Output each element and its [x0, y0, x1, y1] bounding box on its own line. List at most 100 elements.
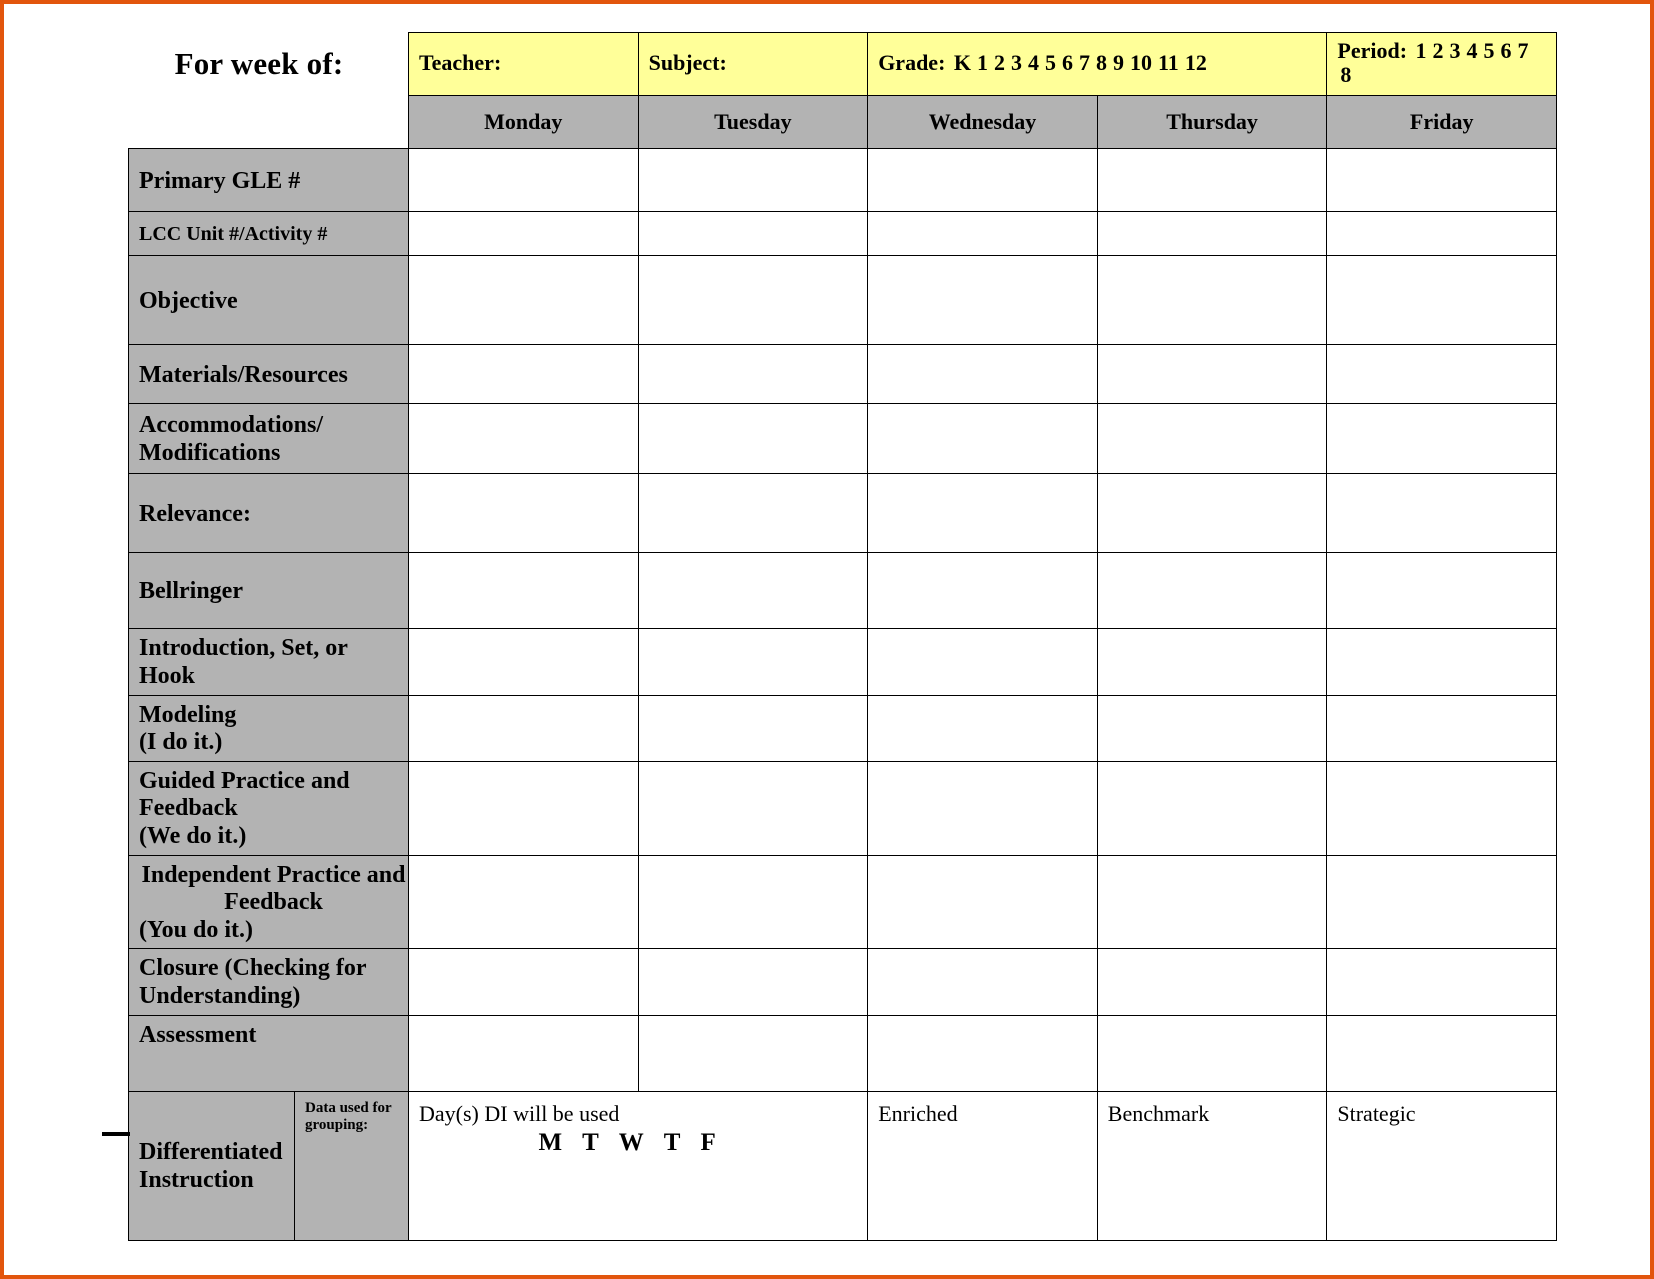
period-option-2[interactable]: 2: [1430, 38, 1447, 63]
cell-objective-wednesday[interactable]: [867, 255, 1098, 346]
grade-option-2[interactable]: 2: [991, 50, 1008, 75]
period-option-6[interactable]: 6: [1498, 38, 1515, 63]
grade-option-1[interactable]: 1: [974, 50, 991, 75]
cell-bellringer-tuesday[interactable]: [637, 552, 869, 630]
cell-modeling-thursday[interactable]: [1096, 694, 1328, 762]
grade-options[interactable]: K 1 2 3 4 5 6 7 8 9 10 11 12: [951, 50, 1210, 75]
period-option-8[interactable]: 8: [1337, 62, 1354, 87]
grade-option-10[interactable]: 10: [1127, 50, 1155, 75]
cell-objective-friday[interactable]: [1326, 255, 1557, 346]
period-field[interactable]: Period: 1 2 3 4 5 6 7 8: [1326, 31, 1557, 97]
cell-introduction-thursday[interactable]: [1096, 628, 1328, 696]
cell-closure-wednesday[interactable]: [867, 948, 1098, 1016]
cell-independent-practice-monday[interactable]: [408, 854, 639, 950]
cell-independent-practice-friday[interactable]: [1326, 854, 1557, 950]
di-day-initial-4[interactable]: F: [693, 1127, 728, 1158]
cell-lcc-unit-friday[interactable]: [1326, 211, 1557, 257]
di-day-initials[interactable]: MTWTF: [419, 1127, 867, 1158]
cell-bellringer-thursday[interactable]: [1096, 552, 1328, 630]
grade-option-12[interactable]: 12: [1182, 50, 1210, 75]
cell-bellringer-monday[interactable]: [408, 552, 639, 630]
cell-closure-monday[interactable]: [408, 948, 639, 1016]
cell-materials-monday[interactable]: [408, 344, 639, 405]
grade-option-3[interactable]: 3: [1008, 50, 1025, 75]
cell-bellringer-wednesday[interactable]: [867, 552, 1098, 630]
di-day-initial-0[interactable]: M: [531, 1127, 575, 1158]
di-day-initial-2[interactable]: W: [612, 1127, 657, 1158]
cell-assessment-wednesday[interactable]: [867, 1014, 1098, 1092]
di-day-initial-3[interactable]: T: [657, 1127, 694, 1158]
cell-introduction-wednesday[interactable]: [867, 628, 1098, 696]
period-option-5[interactable]: 5: [1481, 38, 1498, 63]
grade-option-9[interactable]: 9: [1110, 50, 1127, 75]
cell-accommodations-monday[interactable]: [408, 403, 639, 475]
cell-objective-tuesday[interactable]: [637, 255, 869, 346]
cell-bellringer-friday[interactable]: [1326, 552, 1557, 630]
cell-closure-thursday[interactable]: [1096, 948, 1328, 1016]
di-day-initial-1[interactable]: T: [575, 1127, 612, 1158]
grade-option-7[interactable]: 7: [1076, 50, 1093, 75]
cell-modeling-wednesday[interactable]: [867, 694, 1098, 762]
di-grouping-label[interactable]: Data used for grouping:: [294, 1090, 409, 1241]
cell-guided-practice-tuesday[interactable]: [637, 760, 869, 856]
di-tier-enriched[interactable]: Enriched: [867, 1090, 1098, 1241]
period-option-3[interactable]: 3: [1447, 38, 1464, 63]
cell-modeling-monday[interactable]: [408, 694, 639, 762]
period-option-4[interactable]: 4: [1464, 38, 1481, 63]
cell-assessment-monday[interactable]: [408, 1014, 639, 1092]
cell-primary-gle-tuesday[interactable]: [637, 148, 869, 213]
cell-lcc-unit-tuesday[interactable]: [637, 211, 869, 257]
grade-option-4[interactable]: 4: [1025, 50, 1042, 75]
cell-guided-practice-thursday[interactable]: [1096, 760, 1328, 856]
cell-accommodations-tuesday[interactable]: [637, 403, 869, 475]
cell-relevance-friday[interactable]: [1326, 473, 1557, 554]
di-tier-strategic[interactable]: Strategic: [1326, 1090, 1557, 1241]
cell-closure-tuesday[interactable]: [637, 948, 869, 1016]
cell-materials-friday[interactable]: [1326, 344, 1557, 405]
grade-field[interactable]: Grade: K 1 2 3 4 5 6 7 8 9 10 11 12: [867, 31, 1328, 97]
cell-lcc-unit-monday[interactable]: [408, 211, 639, 257]
cell-closure-friday[interactable]: [1326, 948, 1557, 1016]
cell-introduction-friday[interactable]: [1326, 628, 1557, 696]
cell-independent-practice-wednesday[interactable]: [867, 854, 1098, 950]
cell-guided-practice-friday[interactable]: [1326, 760, 1557, 856]
grade-option-6[interactable]: 6: [1059, 50, 1076, 75]
grade-option-11[interactable]: 11: [1155, 50, 1182, 75]
cell-guided-practice-wednesday[interactable]: [867, 760, 1098, 856]
cell-accommodations-thursday[interactable]: [1096, 403, 1328, 475]
cell-guided-practice-monday[interactable]: [408, 760, 639, 856]
cell-accommodations-friday[interactable]: [1326, 403, 1557, 475]
cell-lcc-unit-wednesday[interactable]: [867, 211, 1098, 257]
di-days-used-cell[interactable]: Day(s) DI will be used MTWTF: [407, 1090, 869, 1241]
cell-lcc-unit-thursday[interactable]: [1096, 211, 1328, 257]
cell-primary-gle-thursday[interactable]: [1096, 148, 1328, 213]
grade-option-K[interactable]: K: [951, 50, 974, 75]
cell-relevance-monday[interactable]: [408, 473, 639, 554]
di-tier-benchmark[interactable]: Benchmark: [1096, 1090, 1328, 1241]
cell-modeling-friday[interactable]: [1326, 694, 1557, 762]
cell-accommodations-wednesday[interactable]: [867, 403, 1098, 475]
period-option-7[interactable]: 7: [1515, 38, 1532, 63]
period-option-1[interactable]: 1: [1413, 38, 1430, 63]
cell-relevance-wednesday[interactable]: [867, 473, 1098, 554]
cell-assessment-tuesday[interactable]: [637, 1014, 869, 1092]
cell-introduction-monday[interactable]: [408, 628, 639, 696]
cell-relevance-tuesday[interactable]: [637, 473, 869, 554]
cell-independent-practice-tuesday[interactable]: [637, 854, 869, 950]
cell-modeling-tuesday[interactable]: [637, 694, 869, 762]
cell-introduction-tuesday[interactable]: [637, 628, 869, 696]
cell-materials-tuesday[interactable]: [637, 344, 869, 405]
cell-materials-wednesday[interactable]: [867, 344, 1098, 405]
cell-materials-thursday[interactable]: [1096, 344, 1328, 405]
cell-relevance-thursday[interactable]: [1096, 473, 1328, 554]
cell-independent-practice-thursday[interactable]: [1096, 854, 1328, 950]
cell-assessment-thursday[interactable]: [1096, 1014, 1328, 1092]
teacher-field[interactable]: Teacher:: [408, 31, 639, 97]
grade-option-8[interactable]: 8: [1093, 50, 1110, 75]
cell-assessment-friday[interactable]: [1326, 1014, 1557, 1092]
cell-primary-gle-monday[interactable]: [408, 148, 639, 213]
grade-option-5[interactable]: 5: [1042, 50, 1059, 75]
subject-field[interactable]: Subject:: [637, 31, 869, 97]
cell-primary-gle-friday[interactable]: [1326, 148, 1557, 213]
cell-objective-thursday[interactable]: [1096, 255, 1328, 346]
